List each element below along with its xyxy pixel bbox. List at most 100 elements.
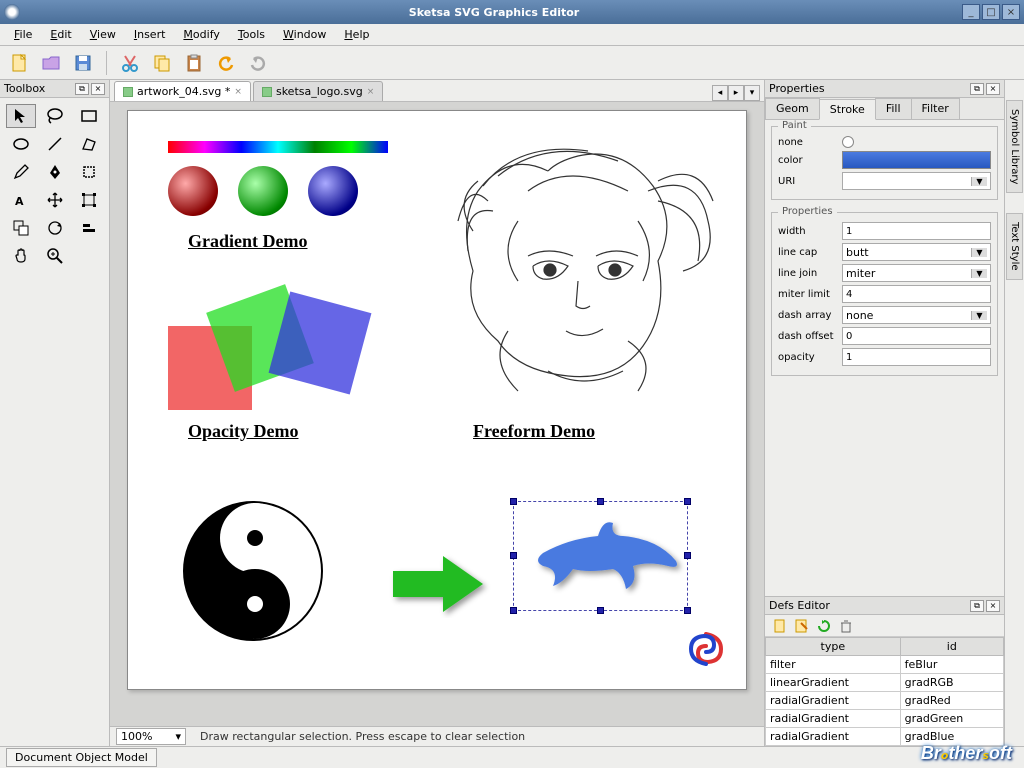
cut-button[interactable] bbox=[117, 50, 143, 76]
svg-file-icon bbox=[262, 87, 272, 97]
svg-text:A: A bbox=[15, 195, 24, 208]
tab-prev-button[interactable]: ◂ bbox=[712, 85, 728, 101]
stroke-dasharray-combo[interactable]: none▼ bbox=[842, 306, 991, 324]
tool-move[interactable] bbox=[40, 188, 70, 212]
side-tab-text-style[interactable]: Text Style bbox=[1006, 213, 1023, 280]
menu-edit[interactable]: Edit bbox=[42, 26, 79, 43]
defs-refresh-button[interactable] bbox=[815, 617, 833, 635]
tool-crop[interactable] bbox=[74, 160, 104, 184]
defs-delete-button[interactable] bbox=[837, 617, 855, 635]
panel-close-icon[interactable]: × bbox=[986, 600, 1000, 612]
stroke-miterlimit-input[interactable]: 4 bbox=[842, 285, 991, 303]
stroke-dashoffset-input[interactable]: 0 bbox=[842, 327, 991, 345]
tool-rectangle[interactable] bbox=[74, 104, 104, 128]
paint-none-radio[interactable] bbox=[842, 136, 854, 148]
menu-insert[interactable]: Insert bbox=[126, 26, 174, 43]
defs-new-button[interactable] bbox=[771, 617, 789, 635]
side-tab-symbol-library[interactable]: Symbol Library bbox=[1006, 100, 1023, 193]
dolphin-shape[interactable] bbox=[528, 511, 688, 611]
toolbox-close-icon[interactable]: × bbox=[91, 83, 105, 95]
menu-window[interactable]: Window bbox=[275, 26, 334, 43]
tab-next-button[interactable]: ▸ bbox=[728, 85, 744, 101]
tab-logo[interactable]: sketsa_logo.svg × bbox=[253, 81, 383, 101]
watermark: Brothersoft bbox=[921, 743, 1012, 764]
anime-sketch bbox=[448, 131, 728, 401]
document-tabs: artwork_04.svg * × sketsa_logo.svg × ◂ ▸… bbox=[110, 80, 764, 102]
tool-text[interactable]: A bbox=[6, 188, 36, 212]
tool-polygon[interactable] bbox=[74, 132, 104, 156]
tool-pen[interactable] bbox=[40, 160, 70, 184]
stroke-opacity-input[interactable]: 1 bbox=[842, 348, 991, 366]
stroke-group-title: Properties bbox=[778, 206, 837, 217]
freeform-demo-label: Freeform Demo bbox=[473, 421, 595, 442]
tab-close-icon[interactable]: × bbox=[367, 87, 375, 97]
tool-lasso[interactable] bbox=[40, 104, 70, 128]
defs-edit-button[interactable] bbox=[793, 617, 811, 635]
opacity-demo-label: Opacity Demo bbox=[188, 421, 298, 442]
minimize-button[interactable]: _ bbox=[962, 4, 980, 20]
tool-rotate[interactable] bbox=[40, 216, 70, 240]
app-icon bbox=[4, 4, 20, 20]
table-row[interactable]: radialGradientgradRed bbox=[766, 692, 1004, 710]
copy-button[interactable] bbox=[149, 50, 175, 76]
stroke-linecap-combo[interactable]: butt▼ bbox=[842, 243, 991, 261]
paint-color-swatch[interactable] bbox=[842, 151, 991, 169]
menu-view[interactable]: View bbox=[82, 26, 124, 43]
tool-align[interactable] bbox=[74, 216, 104, 240]
undo-button[interactable] bbox=[213, 50, 239, 76]
canvas-area: artwork_04.svg * × sketsa_logo.svg × ◂ ▸… bbox=[110, 80, 764, 746]
tab-stroke[interactable]: Stroke bbox=[819, 99, 876, 120]
tool-zoom[interactable] bbox=[40, 244, 70, 268]
tab-menu-button[interactable]: ▾ bbox=[744, 85, 760, 101]
menu-help[interactable]: Help bbox=[336, 26, 377, 43]
toolbox-dock-icon[interactable]: ⧉ bbox=[75, 83, 89, 95]
tab-fill[interactable]: Fill bbox=[875, 98, 912, 119]
paint-uri-label: URI bbox=[778, 176, 836, 187]
redo-button[interactable] bbox=[245, 50, 271, 76]
panel-close-icon[interactable]: × bbox=[986, 83, 1000, 95]
tool-group[interactable] bbox=[6, 216, 36, 240]
tab-label: sketsa_logo.svg bbox=[276, 85, 363, 98]
sphere-blue bbox=[308, 166, 358, 216]
toolbox-title: Toolbox bbox=[4, 82, 45, 95]
tool-ellipse[interactable] bbox=[6, 132, 36, 156]
open-file-button[interactable] bbox=[38, 50, 64, 76]
tab-filter[interactable]: Filter bbox=[911, 98, 960, 119]
chevron-down-icon: ▼ bbox=[971, 177, 987, 186]
tool-line[interactable] bbox=[40, 132, 70, 156]
tab-artwork[interactable]: artwork_04.svg * × bbox=[114, 81, 251, 101]
menu-modify[interactable]: Modify bbox=[175, 26, 227, 43]
paste-button[interactable] bbox=[181, 50, 207, 76]
sphere-green bbox=[238, 166, 288, 216]
zoom-combo[interactable]: 100%▾ bbox=[116, 728, 186, 745]
yinyang-shape bbox=[183, 501, 323, 641]
stroke-linejoin-combo[interactable]: miter▼ bbox=[842, 264, 991, 282]
panel-dock-icon[interactable]: ⧉ bbox=[970, 600, 984, 612]
panel-dock-icon[interactable]: ⧉ bbox=[970, 83, 984, 95]
tab-label: artwork_04.svg * bbox=[137, 85, 230, 98]
paint-uri-combo[interactable]: ▼ bbox=[842, 172, 991, 190]
tab-geom[interactable]: Geom bbox=[765, 98, 820, 119]
swirl-logo bbox=[686, 629, 726, 669]
table-row[interactable]: linearGradientgradRGB bbox=[766, 674, 1004, 692]
tool-pointer[interactable] bbox=[6, 104, 36, 128]
gradient-bar bbox=[168, 141, 388, 153]
stroke-width-input[interactable]: 1 bbox=[842, 222, 991, 240]
table-row[interactable]: radialGradientgradGreen bbox=[766, 710, 1004, 728]
tab-close-icon[interactable]: × bbox=[234, 87, 242, 97]
svg-file-icon bbox=[123, 87, 133, 97]
tool-hand[interactable] bbox=[6, 244, 36, 268]
maximize-button[interactable]: □ bbox=[982, 4, 1000, 20]
close-button[interactable]: × bbox=[1002, 4, 1020, 20]
save-file-button[interactable] bbox=[70, 50, 96, 76]
svg-canvas[interactable]: Gradient Demo Opacity Demo Freeform Demo bbox=[127, 110, 747, 690]
new-file-button[interactable] bbox=[6, 50, 32, 76]
defs-title: Defs Editor bbox=[769, 599, 830, 612]
menu-file[interactable]: File bbox=[6, 26, 40, 43]
dom-button[interactable]: Document Object Model bbox=[6, 748, 157, 767]
tool-pencil[interactable] bbox=[6, 160, 36, 184]
table-row[interactable]: filterfeBlur bbox=[766, 656, 1004, 674]
toolbox-panel: Toolbox ⧉ × A bbox=[0, 80, 110, 746]
menu-tools[interactable]: Tools bbox=[230, 26, 273, 43]
tool-transform[interactable] bbox=[74, 188, 104, 212]
